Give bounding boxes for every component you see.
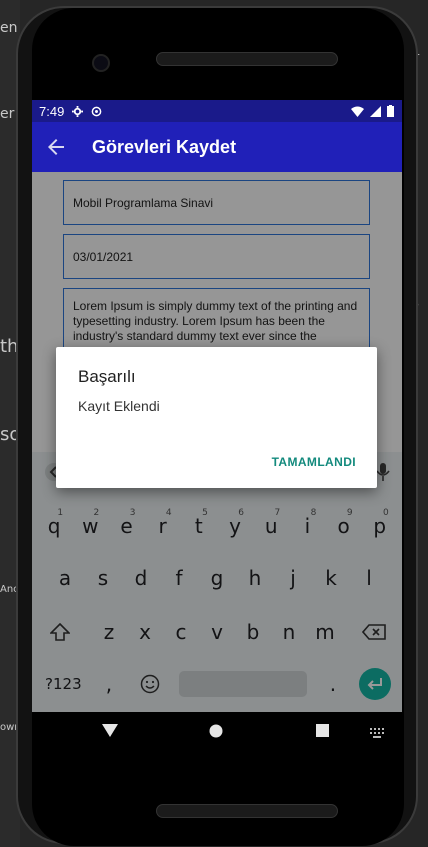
front-camera [92,54,110,72]
signal-icon [370,105,381,117]
status-time: 7:49 [39,103,65,119]
status-icons [351,105,394,117]
bottom-speaker [156,804,338,818]
sync-icon [91,106,102,116]
page-title: Görevleri Kaydet [92,136,237,157]
success-dialog: Başarılı Kayıt Eklendi TAMAMLANDI [56,347,377,488]
nav-home-icon[interactable] [209,724,223,738]
app-bar: Görevleri Kaydet [32,122,402,172]
system-nav-bar [32,712,402,756]
earpiece-speaker [156,52,338,66]
dialog-title: Başarılı [78,367,136,386]
phone-screen: 7:49 Görevleri Kaydet Mobil Programlama … [32,100,402,712]
dialog-message: Kayıt Eklendi [78,398,160,414]
status-bar: 7:49 [32,100,402,122]
battery-icon [387,105,394,117]
dialog-confirm-button[interactable]: TAMAMLANDI [272,455,356,469]
wifi-icon [351,106,364,117]
nav-recents-icon[interactable] [316,724,329,737]
nav-back-icon[interactable] [102,724,118,738]
ide-text-fragment: en [0,20,18,36]
desktop-background: en er th so al ar e Anc own 7:49 Görevle… [0,0,428,847]
settings-icon [72,105,84,117]
back-arrow-icon[interactable] [44,135,68,159]
ide-text-fragment: er [0,106,15,122]
keyboard-switch-icon[interactable] [370,728,384,738]
